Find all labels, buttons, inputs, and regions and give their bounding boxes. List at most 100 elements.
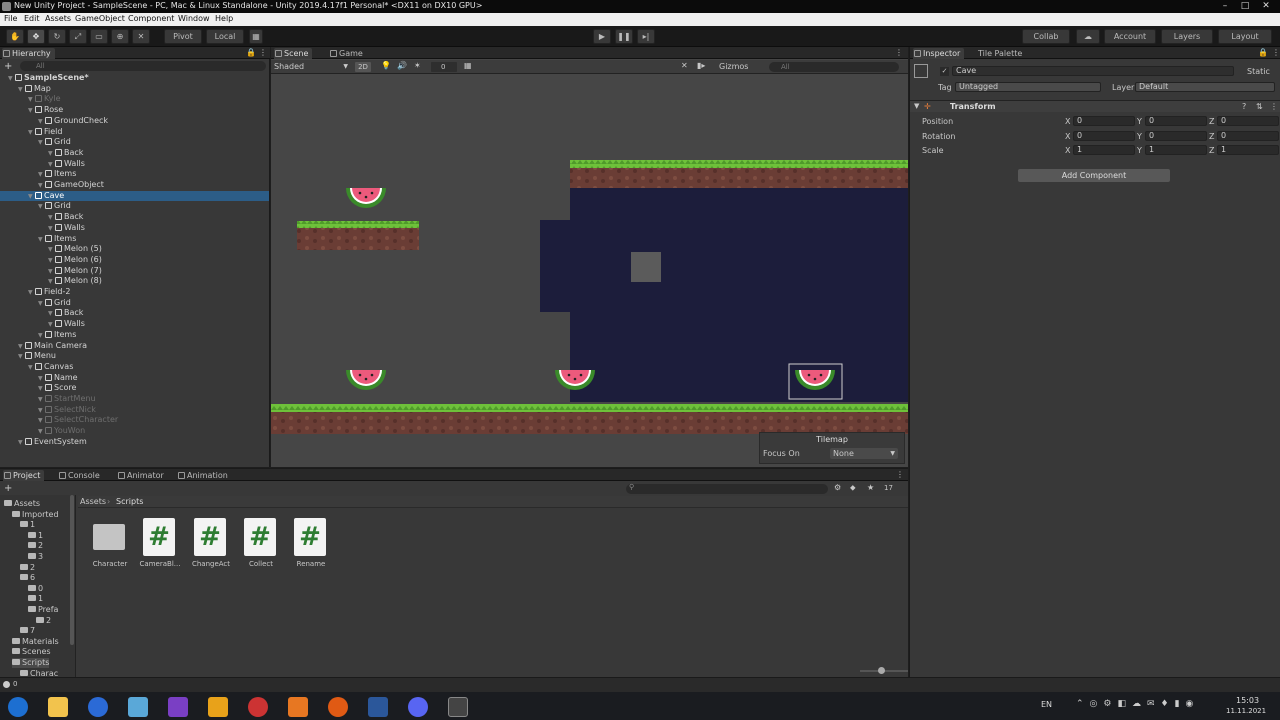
effects-icon[interactable]: ✶: [414, 61, 421, 70]
hierarchy-row[interactable]: ▼ Back: [0, 212, 269, 222]
tools-icon[interactable]: ✕: [681, 61, 688, 70]
clock-date[interactable]: 11.11.2021: [1226, 707, 1266, 715]
tab-animator[interactable]: Animator: [117, 470, 164, 481]
scene-search-input[interactable]: All: [769, 62, 899, 72]
static-toggle[interactable]: Static: [1247, 67, 1270, 76]
folder-tree-item[interactable]: 6: [20, 573, 35, 583]
menu-edit[interactable]: Edit: [24, 14, 40, 23]
folder-tree-item[interactable]: 2: [36, 616, 51, 626]
hierarchy-row[interactable]: ▼ GroundCheck: [0, 116, 269, 126]
tab-animation[interactable]: Animation: [177, 470, 228, 481]
rotation-z-field[interactable]: 0: [1217, 130, 1279, 141]
expand-arrow-icon[interactable]: ▼: [38, 406, 45, 416]
preset-icon[interactable]: ⇅: [1256, 102, 1263, 111]
hierarchy-row[interactable]: ▼ EventSystem: [0, 437, 269, 447]
expand-arrow-icon[interactable]: ▼: [38, 202, 45, 212]
snap-icon[interactable]: ▦: [249, 29, 263, 44]
folder-tree-item[interactable]: Prefa: [28, 605, 58, 615]
expand-arrow-icon[interactable]: ▼: [28, 288, 35, 298]
menu-dots-icon[interactable]: ⋮: [1272, 48, 1280, 57]
add-icon[interactable]: +: [4, 61, 12, 72]
app-icon[interactable]: [288, 697, 308, 717]
expand-arrow-icon[interactable]: ▼: [38, 331, 45, 341]
expand-arrow-icon[interactable]: ▼: [48, 245, 55, 255]
lock-icon[interactable]: 🔒: [246, 48, 256, 57]
rotate-tool-icon[interactable]: ↻: [48, 29, 66, 44]
expand-arrow-icon[interactable]: ▼: [18, 352, 25, 362]
hierarchy-row[interactable]: ▼ Grid: [0, 137, 269, 147]
hierarchy-row[interactable]: ▼ Walls: [0, 319, 269, 329]
folder-tree-item[interactable]: Assets: [4, 499, 40, 509]
hierarchy-row[interactable]: ▼ Items: [0, 169, 269, 179]
scene-viewport[interactable]: Tilemap Focus On None ▼: [271, 74, 908, 467]
hierarchy-row[interactable]: ▼ Grid: [0, 201, 269, 211]
hierarchy-row[interactable]: ▼ Kyle: [0, 94, 269, 104]
minimize-icon[interactable]: –: [1216, 0, 1234, 13]
app-icon[interactable]: [328, 697, 348, 717]
expand-arrow-icon[interactable]: ▼: [8, 74, 15, 84]
expand-arrow-icon[interactable]: ▼: [18, 438, 25, 448]
pause-button[interactable]: ❚❚: [615, 29, 633, 44]
object-name-field[interactable]: Cave: [952, 66, 1234, 76]
folder-tree-item[interactable]: 1: [20, 520, 35, 530]
position-x-field[interactable]: 0: [1073, 116, 1135, 126]
tab-scene[interactable]: Scene: [274, 48, 313, 59]
expand-arrow-icon[interactable]: ▼: [38, 235, 45, 245]
camera-icon[interactable]: ▮▸: [697, 61, 705, 70]
rotation-x-field[interactable]: 0: [1073, 130, 1135, 141]
maximize-icon[interactable]: □: [1236, 0, 1254, 13]
expand-arrow-icon[interactable]: ▼: [18, 342, 25, 352]
hierarchy-row[interactable]: ▼ Melon (6): [0, 255, 269, 265]
hierarchy-row[interactable]: ▼ Canvas: [0, 362, 269, 372]
add-icon[interactable]: +: [4, 483, 12, 494]
menu-dots-icon[interactable]: ⋮: [259, 48, 267, 57]
menu-dots-icon[interactable]: ⋮: [895, 48, 903, 57]
add-component-button[interactable]: Add Component: [1018, 169, 1170, 182]
expand-arrow-icon[interactable]: ▼: [48, 213, 55, 223]
expand-arrow-icon[interactable]: ▼: [28, 363, 35, 373]
hierarchy-row[interactable]: ▼ Field-2: [0, 287, 269, 297]
folder-tree-item[interactable]: 3: [28, 552, 43, 562]
active-checkbox[interactable]: ✓: [940, 67, 949, 76]
lighting-icon[interactable]: 💡: [381, 61, 391, 70]
unity-icon[interactable]: [448, 697, 468, 717]
transform-header[interactable]: ▼ ✛ Transform ? ⇅ ⋮: [910, 100, 1280, 112]
expand-arrow-icon[interactable]: ▼: [38, 299, 45, 309]
hierarchy-row[interactable]: ▼ SampleScene*: [0, 73, 269, 83]
help-icon[interactable]: ?: [1242, 102, 1246, 111]
expand-arrow-icon[interactable]: ▼: [48, 309, 55, 319]
hierarchy-row[interactable]: ▼ Back: [0, 308, 269, 318]
play-button[interactable]: ▶: [593, 29, 611, 44]
hidden-objects-counter[interactable]: 0: [431, 62, 457, 72]
menu-dots-icon[interactable]: ⋮: [1270, 102, 1278, 111]
expand-arrow-icon[interactable]: ▼: [38, 181, 45, 191]
hierarchy-row[interactable]: ▼ SelectCharacter: [0, 415, 269, 425]
tray-icons[interactable]: ⌃◎⚙◧☁✉♦▮◉: [1076, 699, 1199, 709]
project-search-input[interactable]: ⚲: [626, 483, 828, 494]
pivot-toggle[interactable]: Pivot: [164, 29, 202, 44]
menu-file[interactable]: File: [4, 14, 17, 23]
scale-tool-icon[interactable]: ⤢: [69, 29, 87, 44]
folder-tree-item[interactable]: 0: [28, 584, 43, 594]
hierarchy-row[interactable]: ▼ YouWon: [0, 426, 269, 436]
file-explorer-icon[interactable]: [48, 697, 68, 717]
menu-component[interactable]: Component: [128, 14, 174, 23]
hidden-packages-count[interactable]: 17: [884, 484, 893, 492]
tag-dropdown[interactable]: Untagged: [955, 82, 1101, 92]
shading-dropdown[interactable]: Shaded ▼: [274, 62, 350, 72]
hierarchy-row[interactable]: ▼ GameObject: [0, 180, 269, 190]
expand-arrow-icon[interactable]: ▼: [28, 95, 35, 105]
expand-arrow-icon[interactable]: ▼: [38, 395, 45, 405]
menu-gameobject[interactable]: GameObject: [75, 14, 125, 23]
folder-tree-item[interactable]: Materials: [12, 637, 59, 647]
menu-assets[interactable]: Assets: [45, 14, 71, 23]
move-tool-icon[interactable]: ✥: [27, 29, 45, 44]
lock-icon[interactable]: 🔒: [1258, 48, 1268, 57]
gizmos-dropdown[interactable]: Gizmos: [719, 62, 748, 72]
zoom-slider[interactable]: [860, 667, 908, 674]
focus-on-dropdown[interactable]: None ▼: [830, 448, 898, 459]
hierarchy-row[interactable]: ▼ StartMenu: [0, 394, 269, 404]
tab-tile-palette[interactable]: Tile Palette: [968, 48, 1022, 59]
expand-arrow-icon[interactable]: ▼: [38, 117, 45, 127]
hierarchy-row[interactable]: ▼ Name: [0, 373, 269, 383]
